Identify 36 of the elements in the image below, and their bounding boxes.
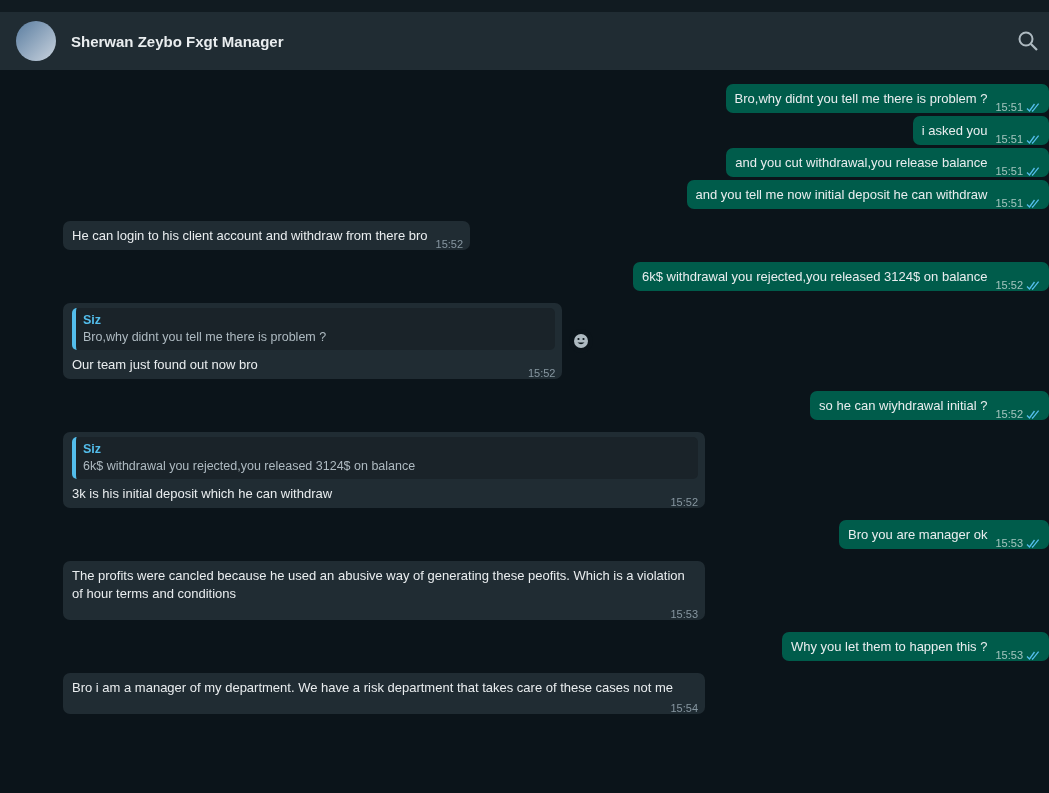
message-text: 6k$ withdrawal you rejected,you released 3124$ on balance: [642, 268, 988, 286]
message-time: 15:52: [435, 238, 464, 250]
quote-text: Bro,why didnt you tell me there is problem ?: [83, 330, 328, 344]
message-time: 15:52: [995, 408, 1023, 420]
search-icon[interactable]: [1017, 30, 1039, 52]
message-time: 15:52: [995, 279, 1023, 291]
quoted-message[interactable]: Siz 6k$ withdrawal you rejected,you released 3124$ on balance: [72, 437, 698, 479]
message-time: 15:54: [670, 702, 698, 714]
message-text: Our team just found out now bro: [72, 356, 258, 374]
message-time: 15:51: [995, 165, 1023, 177]
avatar-photo-placeholder[interactable]: [16, 21, 56, 61]
message-text: He can login to his client account and withdraw from there bro: [72, 227, 428, 245]
message-time: 15:52: [670, 496, 698, 508]
quoted-message[interactable]: Siz Bro,why didnt you tell me there is problem ?: [72, 308, 556, 350]
message-text: 3k is his initial deposit which he can withdraw: [72, 485, 333, 503]
contact-name[interactable]: Sherwan Zeybo Fxgt Manager: [71, 32, 1002, 50]
message-time: 15:52: [527, 367, 556, 379]
message-time: 15:51: [995, 101, 1023, 113]
message-text: so he can wiyhdrawal initial ?: [819, 397, 988, 415]
message-text: Bro,why didnt you tell me there is problem ?: [734, 90, 988, 108]
message-time: 15:51: [995, 133, 1023, 145]
message-time: 15:53: [995, 537, 1023, 549]
message-text: Bro you are manager ok: [848, 526, 988, 544]
message-time: 15:53: [995, 649, 1023, 661]
quote-author: Siz: [83, 442, 103, 456]
message-time: 15:51: [995, 197, 1023, 209]
smiley-icon: [573, 333, 590, 349]
message-text: The profits were cancled because he used an abusive way of generating these peofits. Which is a violation of hour terms and conditions: [72, 567, 686, 603]
message-text: and you tell me now initial deposit he can withdraw: [695, 186, 988, 204]
message-time: 15:53: [670, 608, 698, 620]
message-text: i asked you: [921, 122, 988, 140]
message-text: Bro i am a manager of my department. We have a risk department that takes care of these cases not me: [72, 679, 673, 697]
message-text: Why you let them to happen this ?: [790, 638, 988, 656]
quote-text: 6k$ withdrawal you rejected,you released 3124$ on balance: [83, 459, 417, 473]
quote-author: Siz: [83, 313, 103, 327]
message-text: and you cut withdrawal,you release balance: [735, 154, 988, 172]
